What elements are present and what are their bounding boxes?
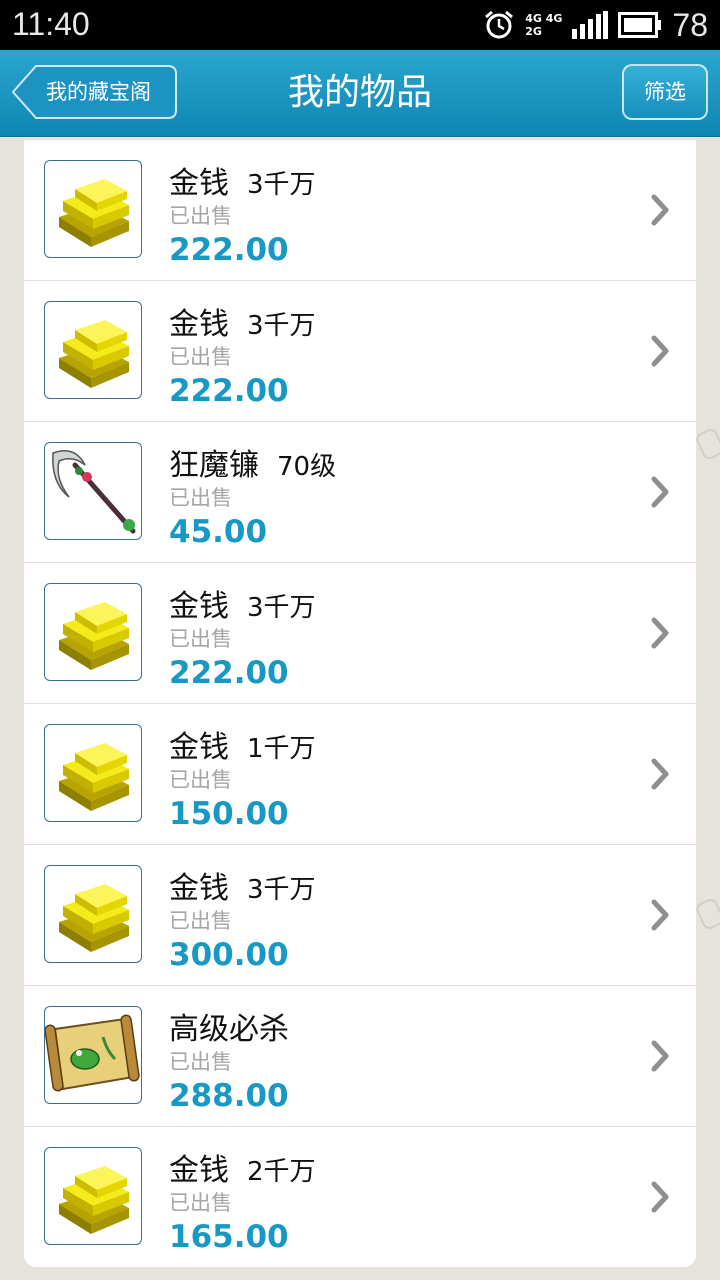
gold-bars-icon xyxy=(59,1166,129,1234)
chevron-right-icon xyxy=(651,1181,669,1213)
item-price: 300.00 xyxy=(169,937,289,973)
status-time: 11:40 xyxy=(12,6,90,42)
status-bar: 11:40 4G 4G 2G 78 xyxy=(0,0,720,50)
item-thumbnail xyxy=(44,865,142,963)
chevron-right-icon xyxy=(651,194,669,226)
item-quantity: 1千万 xyxy=(247,734,316,764)
list-item[interactable]: 金钱 3千万 已出售 222.00 xyxy=(24,563,696,704)
item-price: 150.00 xyxy=(169,796,289,832)
item-name: 狂魔镰 70级 xyxy=(169,440,336,484)
battery-icon xyxy=(618,12,662,38)
network-bottom-label: 2G xyxy=(525,25,542,38)
list-item[interactable]: 金钱 1千万 已出售 150.00 xyxy=(24,704,696,845)
item-status: 已出售 xyxy=(169,204,232,228)
gold-bars-icon xyxy=(59,179,129,247)
item-quantity: 3千万 xyxy=(247,311,316,341)
item-name-text: 金钱 xyxy=(169,589,229,624)
item-name-text: 金钱 xyxy=(169,1153,229,1188)
item-price: 45.00 xyxy=(169,514,268,550)
background-doodle-icon xyxy=(696,898,720,930)
item-status: 已出售 xyxy=(169,1191,232,1215)
filter-button[interactable]: 筛选 xyxy=(622,64,708,120)
item-thumbnail xyxy=(44,583,142,681)
item-name-text: 高级必杀 xyxy=(169,1012,289,1047)
item-quantity: 3千万 xyxy=(247,170,316,200)
list-item[interactable]: 高级必杀 已出售 288.00 xyxy=(24,986,696,1127)
chevron-right-icon xyxy=(651,1040,669,1072)
list-item[interactable]: 金钱 2千万 已出售 165.00 xyxy=(24,1127,696,1267)
item-name: 高级必杀 xyxy=(169,1004,307,1048)
item-price: 288.00 xyxy=(169,1078,289,1114)
item-status: 已出售 xyxy=(169,627,232,651)
signal-icon xyxy=(572,11,609,39)
item-name: 金钱 3千万 xyxy=(169,581,316,625)
network-top-label: 4G 4G xyxy=(525,12,563,25)
list-item[interactable]: 金钱 3千万 已出售 222.00 xyxy=(24,140,696,281)
network-indicator: 4G 4G 2G xyxy=(525,12,562,38)
chevron-right-icon xyxy=(651,617,669,649)
item-status: 已出售 xyxy=(169,345,232,369)
back-button[interactable]: 我的藏宝阁 xyxy=(12,64,177,120)
item-price: 222.00 xyxy=(169,373,289,409)
item-status: 已出售 xyxy=(169,768,232,792)
item-name-text: 狂魔镰 xyxy=(169,448,259,483)
item-thumbnail xyxy=(44,1006,142,1104)
item-name-text: 金钱 xyxy=(169,730,229,765)
chevron-right-icon xyxy=(651,335,669,367)
item-thumbnail xyxy=(44,442,142,540)
item-name-text: 金钱 xyxy=(169,871,229,906)
skill-scroll-icon xyxy=(45,1014,140,1092)
item-status: 已出售 xyxy=(169,1050,232,1074)
item-name: 金钱 2千万 xyxy=(169,1145,316,1189)
item-list: 金钱 3千万 已出售 222.00 金钱 3千万 已出售 222.00 狂魔镰 70级… xyxy=(24,140,696,1267)
item-price: 222.00 xyxy=(169,655,289,691)
gold-bars-icon xyxy=(59,602,129,670)
item-thumbnail xyxy=(44,1147,142,1245)
alarm-icon xyxy=(485,10,514,39)
item-thumbnail xyxy=(44,160,142,258)
item-name: 金钱 3千万 xyxy=(169,863,316,907)
scythe-weapon-icon xyxy=(52,450,136,534)
item-thumbnail xyxy=(44,301,142,399)
list-item[interactable]: 狂魔镰 70级 已出售 45.00 xyxy=(24,422,696,563)
back-button-label: 我的藏宝阁 xyxy=(46,80,151,104)
item-price: 165.00 xyxy=(169,1219,289,1255)
item-quantity: 3千万 xyxy=(247,593,316,623)
item-quantity: 70级 xyxy=(277,452,337,482)
gold-bars-icon xyxy=(59,320,129,388)
item-price: 222.00 xyxy=(169,232,289,268)
status-icons: 4G 4G 2G 78 xyxy=(483,6,708,44)
item-quantity: 3千万 xyxy=(247,875,316,905)
item-quantity: 2千万 xyxy=(247,1157,316,1187)
item-status: 已出售 xyxy=(169,909,232,933)
item-name: 金钱 3千万 xyxy=(169,158,316,202)
item-name-text: 金钱 xyxy=(169,307,229,342)
chevron-right-icon xyxy=(651,899,669,931)
chevron-right-icon xyxy=(651,758,669,790)
list-item[interactable]: 金钱 3千万 已出售 222.00 xyxy=(24,281,696,422)
gold-bars-icon xyxy=(59,884,129,952)
item-name: 金钱 3千万 xyxy=(169,299,316,343)
chevron-right-icon xyxy=(651,476,669,508)
background-doodle-icon xyxy=(696,428,720,460)
list-item[interactable]: 金钱 3千万 已出售 300.00 xyxy=(24,845,696,986)
item-thumbnail xyxy=(44,724,142,822)
item-status: 已出售 xyxy=(169,486,232,510)
app-header: 我的物品 我的藏宝阁 筛选 xyxy=(0,50,720,137)
item-name: 金钱 1千万 xyxy=(169,722,316,766)
gold-bars-icon xyxy=(59,743,129,811)
battery-level: 78 xyxy=(672,6,708,43)
item-name-text: 金钱 xyxy=(169,166,229,201)
